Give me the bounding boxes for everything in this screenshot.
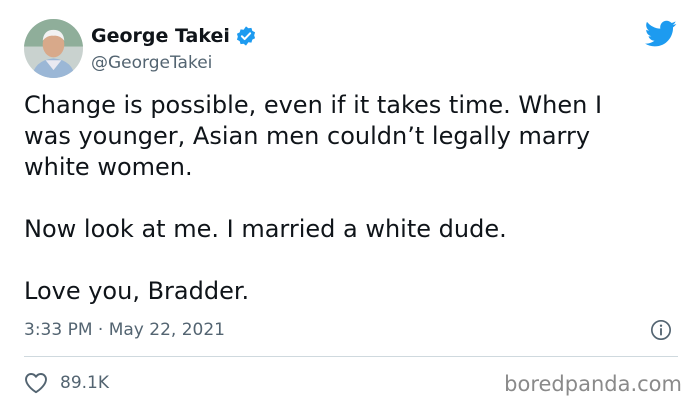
user-handle[interactable]: @GeorgeTakei bbox=[91, 53, 212, 73]
display-name-text: George Takei bbox=[91, 25, 230, 47]
tweet-paragraph: Change is possible, even if it takes tim… bbox=[24, 91, 603, 181]
tweet-text: Change is possible, even if it takes tim… bbox=[24, 90, 674, 307]
tweet-paragraph: Now look at me. I married a white dude. bbox=[24, 215, 507, 243]
like-count: 89.1K bbox=[60, 373, 109, 393]
avatar-image bbox=[24, 19, 83, 78]
twitter-bird-icon[interactable] bbox=[645, 20, 677, 48]
display-name[interactable]: George Takei bbox=[91, 25, 257, 47]
like-button[interactable]: 89.1K bbox=[24, 372, 109, 394]
heart-icon bbox=[24, 372, 48, 394]
info-icon[interactable] bbox=[650, 319, 672, 341]
divider bbox=[24, 356, 678, 357]
tweet-paragraph: Love you, Bradder. bbox=[24, 277, 250, 305]
watermark: boredpanda.com bbox=[504, 372, 682, 396]
avatar[interactable] bbox=[24, 19, 83, 78]
tweet-timestamp[interactable]: 3:33 PM · May 22, 2021 bbox=[24, 320, 225, 340]
verified-badge-icon bbox=[235, 25, 257, 47]
tweet-card: George Takei @GeorgeTakei Change is poss… bbox=[0, 0, 700, 410]
